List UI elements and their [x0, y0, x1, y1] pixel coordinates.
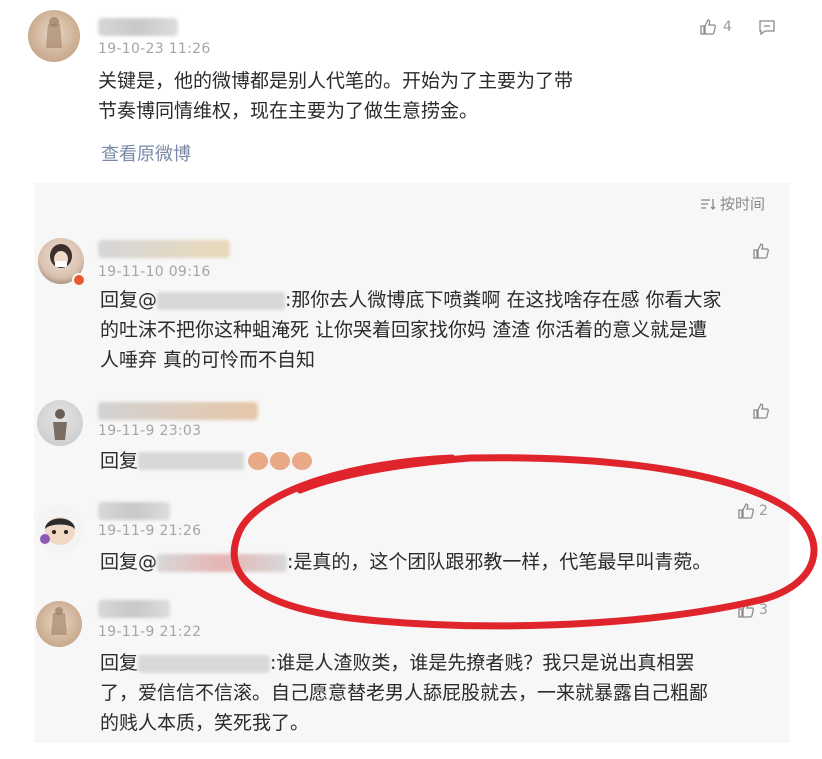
- comment-text-rest: :是真的，这个团队跟邪教一样，代笔最早叫青菀。: [287, 551, 712, 573]
- comment-like-button[interactable]: 2: [737, 502, 768, 520]
- like-count: 3: [759, 602, 768, 618]
- username-blurred[interactable]: [98, 240, 230, 258]
- avatar[interactable]: [37, 400, 83, 446]
- comment-text-line1: 回复@ :是真的，这个团队跟邪教一样，代笔最早叫青菀。: [100, 547, 711, 577]
- comment-text-line1: 回复 :谁是人渣败类，谁是先撩者贱？我只是说出真相罢: [100, 648, 694, 678]
- sort-label: 按时间: [720, 195, 766, 213]
- reply-prefix: 回复@: [100, 551, 158, 573]
- post-text-line2: 节奏博同情维权，现在主要为了做生意捞金。: [98, 100, 479, 122]
- comment-text-line1: 回复: [100, 446, 313, 476]
- comment-button[interactable]: [758, 19, 776, 39]
- comment-text-line2: 的吐沫不把你这种蛆淹死 让你哭着回家找你妈 渣渣 你活着的意义就是遭: [100, 319, 708, 341]
- mention-blurred[interactable]: [157, 553, 288, 572]
- like-button[interactable]: 4: [699, 18, 732, 36]
- avatar[interactable]: [36, 505, 84, 553]
- comment-timestamp: 19-11-10 09:16: [98, 264, 211, 280]
- avatar-figure-icon: [51, 607, 67, 635]
- reply-prefix: 回复: [100, 450, 139, 472]
- view-original-link[interactable]: 查看原微博: [101, 140, 191, 166]
- verified-badge: [72, 273, 86, 287]
- cartoon-avatar-icon: [40, 517, 75, 545]
- sort-icon: [701, 198, 716, 210]
- comment-like-button[interactable]: 3: [737, 601, 768, 619]
- comment-icon: [759, 20, 775, 36]
- thumbs-up-icon: [738, 602, 754, 618]
- comment-text-rest: :那你去人微博底下喷粪啊 在这找啥存在感 你看大家: [285, 289, 722, 311]
- avatar-figure-icon: [46, 17, 62, 48]
- thumbs-up-icon: [753, 403, 769, 419]
- mention-blurred[interactable]: [157, 291, 286, 310]
- thumbs-up-icon: [753, 243, 769, 259]
- avatar-figure-icon: [53, 409, 67, 440]
- username-blurred[interactable]: [98, 502, 170, 520]
- comment-text-rest: :谁是人渣败类，谁是先撩者贱？我只是说出真相罢: [270, 652, 695, 674]
- post-text-line1: 关键是，他的微博都是别人代笔的。开始为了主要为了带: [98, 70, 574, 92]
- post-timestamp: 19-10-23 11:26: [98, 41, 211, 57]
- thumbs-up-icon: [700, 19, 716, 35]
- comment-text-line1: 回复@ :那你去人微博底下喷粪啊 在这找啥存在感 你看大家: [100, 285, 722, 315]
- comment-text-line3: 人唾弃 真的可怜而不自知: [100, 349, 316, 371]
- thumbs-up-icon: [738, 503, 754, 519]
- username-blurred[interactable]: [98, 18, 178, 36]
- mention-blurred[interactable]: [138, 654, 271, 673]
- comment-text-line3: 的贱人本质，笑死我了。: [100, 712, 310, 734]
- username-blurred[interactable]: [98, 402, 258, 420]
- reply-prefix: 回复@: [100, 289, 158, 311]
- comment-timestamp: 19-11-9 21:26: [98, 523, 202, 539]
- comment-like-button[interactable]: [752, 402, 770, 424]
- sort-by-time-button[interactable]: 按时间: [700, 193, 765, 214]
- comment-timestamp: 19-11-9 23:03: [98, 423, 202, 439]
- like-count: 2: [759, 503, 768, 519]
- emoji-row-icon: [248, 452, 313, 470]
- comment-like-button[interactable]: [752, 242, 770, 264]
- comment-text-line2: 了，爱信信不信滚。自己愿意替老男人舔屁股就去，一来就暴露自己粗鄙: [100, 682, 709, 704]
- reply-prefix: 回复: [100, 652, 139, 674]
- comment-timestamp: 19-11-9 21:22: [98, 624, 202, 640]
- username-blurred[interactable]: [98, 600, 170, 618]
- mention-blurred[interactable]: [138, 452, 245, 470]
- avatar[interactable]: [36, 601, 82, 647]
- like-count: 4: [723, 19, 732, 35]
- avatar[interactable]: [28, 10, 80, 62]
